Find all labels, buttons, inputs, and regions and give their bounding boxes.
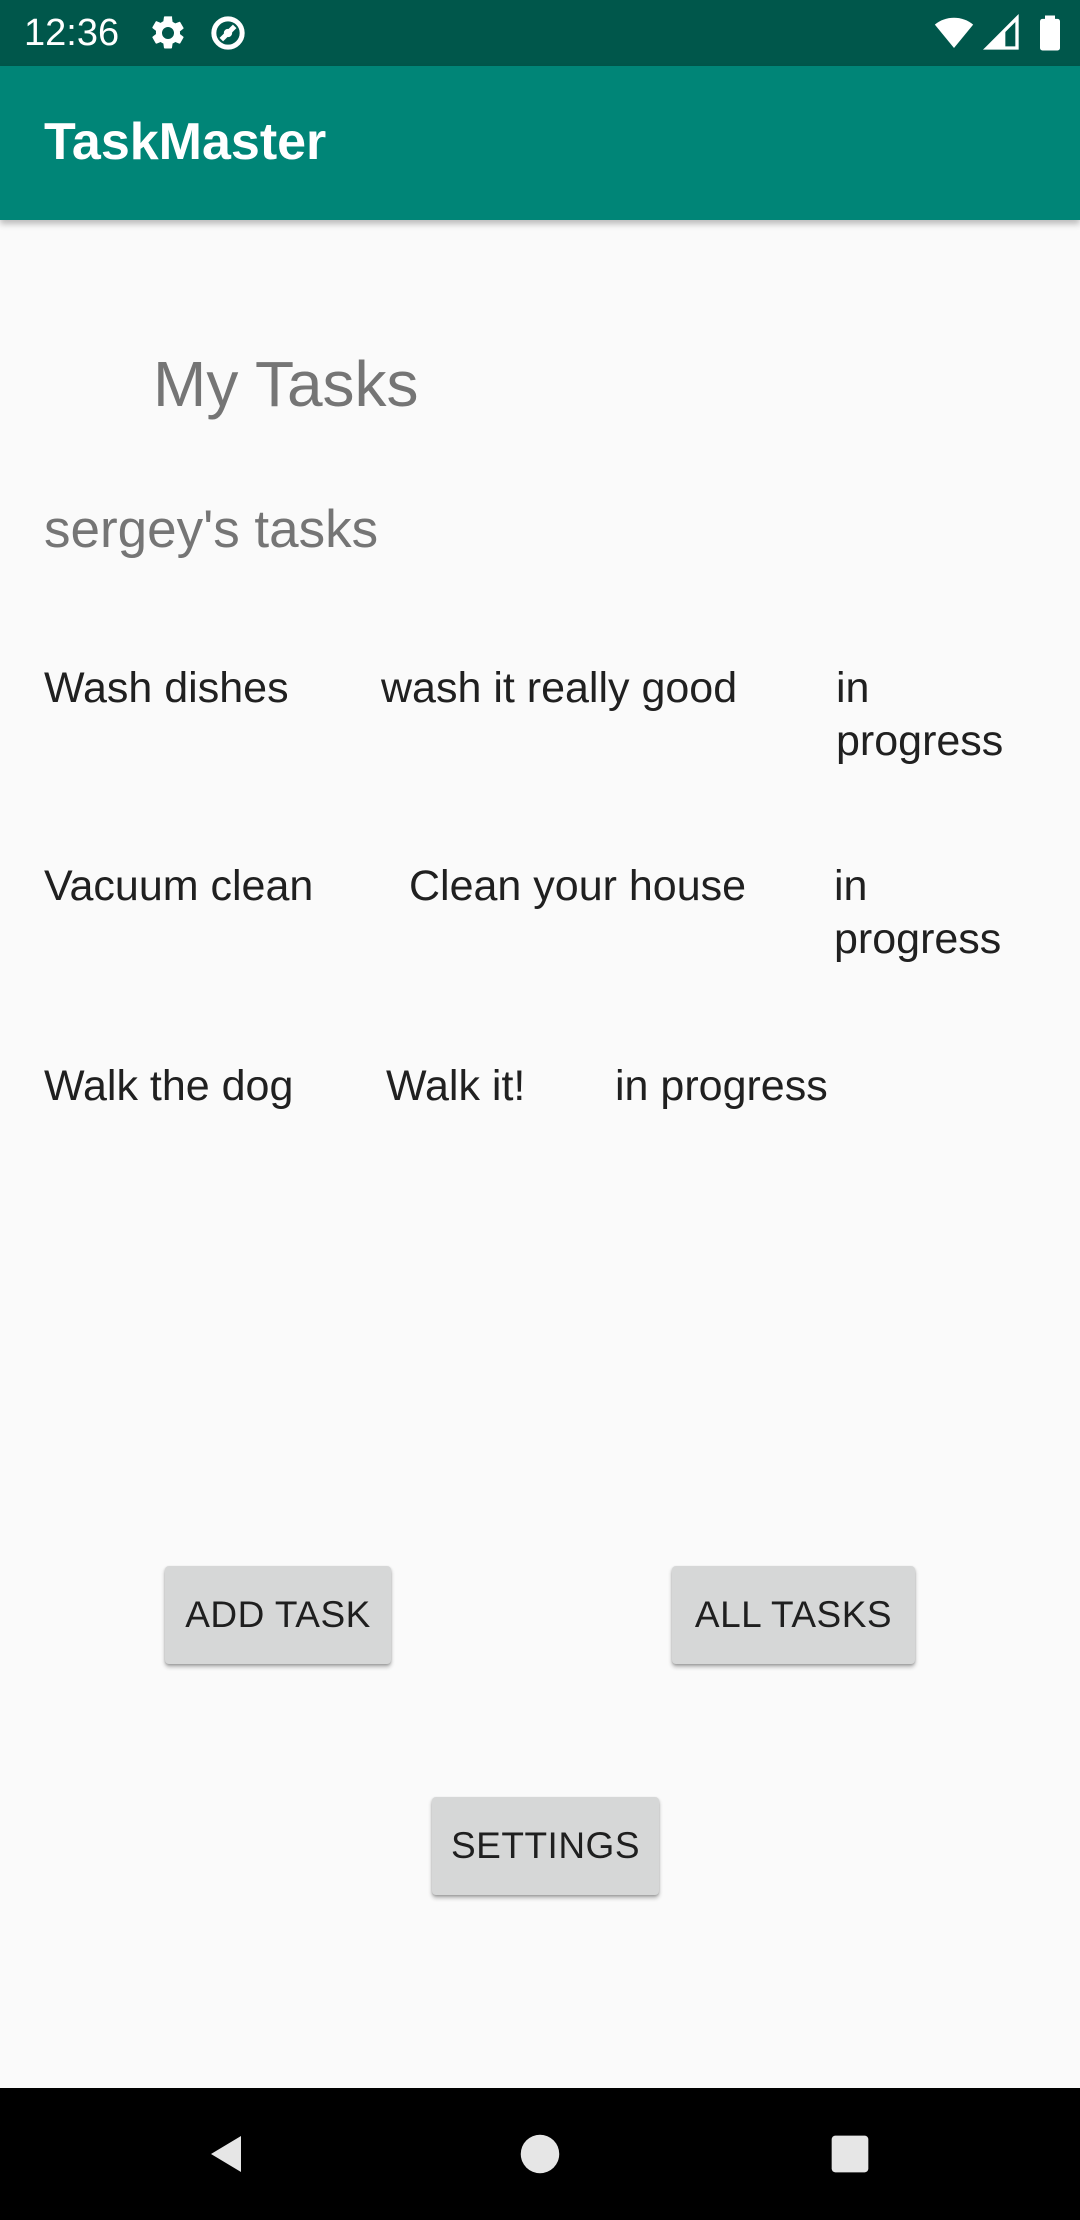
app-title: TaskMaster <box>44 113 327 171</box>
status-bar: 12:36 <box>0 0 1080 66</box>
add-task-button[interactable]: ADD TASK <box>165 1566 391 1664</box>
task-title: Vacuum clean <box>44 862 314 910</box>
navigation-bar <box>0 2088 1080 2220</box>
task-body: Walk it! <box>386 1062 526 1110</box>
battery-icon <box>1030 13 1070 53</box>
task-row-vacuum-clean[interactable]: Vacuum clean Clean your house in progres… <box>0 860 1080 990</box>
task-state: in progress <box>836 664 1004 765</box>
task-state: in progress <box>834 862 1002 963</box>
recents-icon[interactable] <box>812 2116 888 2192</box>
app-bar: TaskMaster <box>0 66 1080 220</box>
signal-icon <box>982 13 1022 53</box>
task-title: Walk the dog <box>44 1062 294 1110</box>
task-body: Clean your house <box>409 862 747 910</box>
gear-icon <box>148 13 188 53</box>
user-tasks-heading: sergey's tasks <box>44 500 379 559</box>
task-body: wash it really good <box>381 664 738 712</box>
task-state: in progress <box>615 1062 828 1110</box>
status-time: 12:36 <box>24 12 120 54</box>
home-icon[interactable] <box>502 2116 578 2192</box>
all-tasks-button[interactable]: ALL TASKS <box>672 1566 915 1664</box>
task-row-wash-dishes[interactable]: Wash dishes wash it really good in progr… <box>0 662 1080 792</box>
task-row-walk-the-dog[interactable]: Walk the dog Walk it! in progress <box>0 1060 1080 1190</box>
settings-button[interactable]: SETTINGS <box>432 1797 659 1895</box>
task-title: Wash dishes <box>44 664 289 712</box>
data-saver-icon <box>208 13 248 53</box>
back-icon[interactable] <box>189 2116 265 2192</box>
page-title: My Tasks <box>153 348 419 420</box>
wifi-icon <box>934 13 974 53</box>
